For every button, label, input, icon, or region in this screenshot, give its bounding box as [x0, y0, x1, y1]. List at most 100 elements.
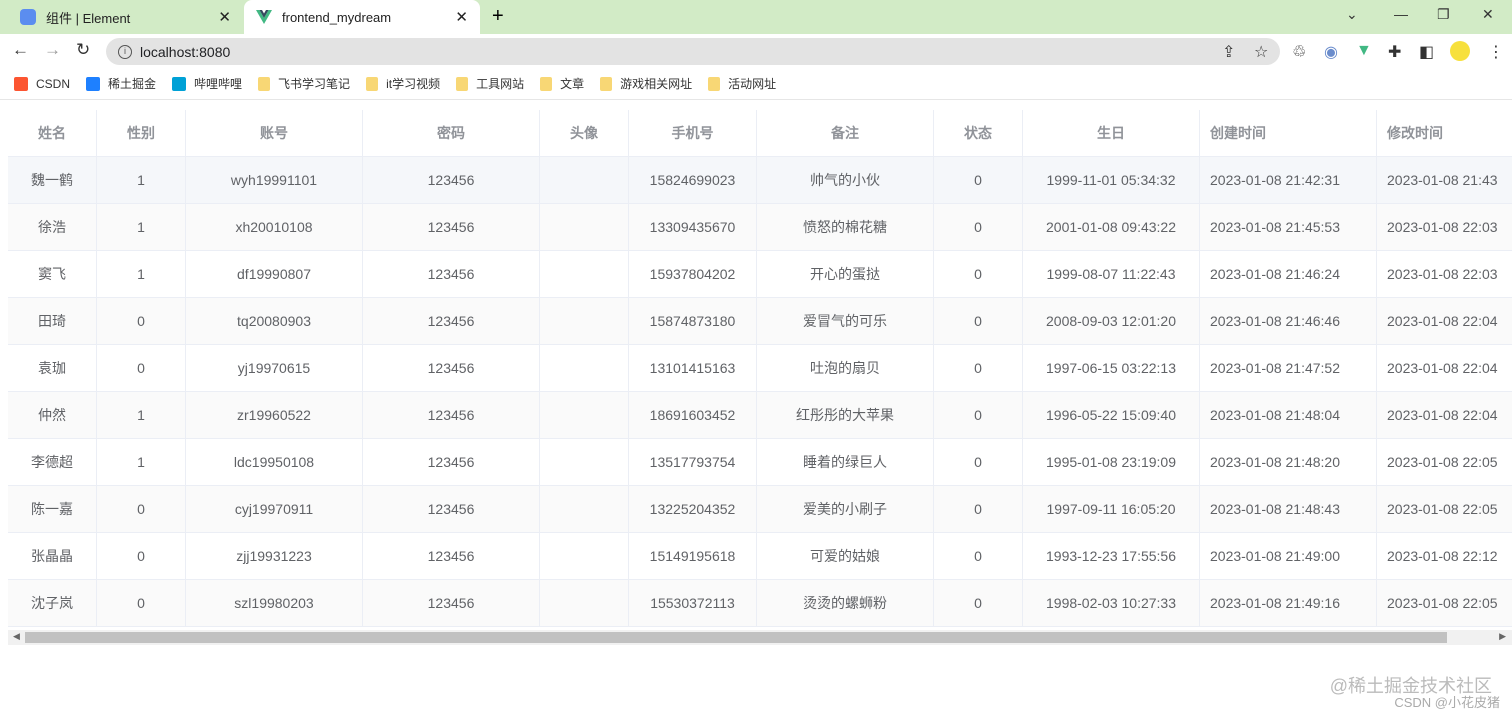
- bookmark-label: 游戏相关网址: [620, 77, 693, 91]
- bookmark-item[interactable]: it学习视频: [366, 75, 440, 92]
- reload-icon[interactable]: ↻: [76, 40, 90, 60]
- extensions-puzzle-icon[interactable]: ✚: [1388, 42, 1401, 62]
- table-cell: 2023-01-08 21:45:53: [1200, 204, 1377, 250]
- column-header[interactable]: 手机号: [629, 110, 757, 156]
- table-cell: 2023-01-08 22:03: [1377, 204, 1512, 250]
- table-cell: 2023-01-08 21:46:46: [1200, 298, 1377, 344]
- table-cell: 2023-01-08 22:04: [1377, 392, 1512, 438]
- bookmark-item[interactable]: 稀土掘金: [86, 75, 156, 92]
- table-cell: 2023-01-08 22:05: [1377, 486, 1512, 532]
- table-cell: [540, 486, 629, 532]
- table-row: 沈子岚 0 szl19980203 123456 15530372113 烫烫的螺蛳粉 0 1…: [8, 580, 1512, 627]
- table-cell: 1999-08-07 11:22:43: [1023, 251, 1200, 297]
- table-cell: 2023-01-08 21:48:43: [1200, 486, 1377, 532]
- table-row: 窦飞 1 df19990807 123456 15937804202 开心的蛋挞 0 1999…: [8, 251, 1512, 298]
- table-cell: 0: [934, 580, 1023, 626]
- table-cell: 1: [97, 204, 186, 250]
- table-row: 仲然 1 zr19960522 123456 18691603452 红彤彤的大苹果 0 19…: [8, 392, 1512, 439]
- table-cell: 18691603452: [629, 392, 757, 438]
- bookmark-label: 哔哩哔哩: [194, 77, 243, 91]
- bookmark-item[interactable]: 活动网址: [708, 75, 776, 92]
- table-cell: 0: [934, 298, 1023, 344]
- column-header[interactable]: 备注: [757, 110, 934, 156]
- table-cell: zjj19931223: [186, 533, 363, 579]
- side-panel-icon[interactable]: ◧: [1419, 42, 1434, 62]
- scrollbar-thumb[interactable]: [25, 632, 1447, 643]
- new-tab-button[interactable]: +: [492, 5, 504, 28]
- table-cell: [540, 157, 629, 203]
- column-header[interactable]: 头像: [540, 110, 629, 156]
- folder-icon: [366, 76, 379, 91]
- table-cell: 2023-01-08 21:42:31: [1200, 157, 1377, 203]
- bookmark-item[interactable]: 哔哩哔哩: [172, 75, 242, 92]
- close-window-button[interactable]: ✕: [1482, 6, 1494, 23]
- bookmark-label: 工具网站: [476, 77, 525, 91]
- table-row: 袁珈 0 yj19970615 123456 13101415163 吐泡的扇贝 0 1997…: [8, 345, 1512, 392]
- horizontal-scrollbar[interactable]: ◀ ▶: [8, 630, 1512, 645]
- minimize-button[interactable]: —: [1394, 6, 1408, 22]
- table-cell: 2023-01-08 21:48:20: [1200, 439, 1377, 485]
- bookmark-item[interactable]: 工具网站: [456, 75, 524, 92]
- table-cell: 1: [97, 439, 186, 485]
- column-header[interactable]: 性别: [97, 110, 186, 156]
- tab-element[interactable]: 组件 | Element ✕: [8, 0, 243, 34]
- recycle-extension-icon[interactable]: ♲: [1292, 42, 1306, 62]
- folder-icon: [708, 76, 721, 91]
- bookmark-star-icon[interactable]: ☆: [1254, 42, 1268, 62]
- site-info-icon[interactable]: i: [118, 44, 132, 59]
- user-table: 姓名 性别 账号 密码 头像 手机号 备注 状态 生日 创建时间 修改时间 魏一鹤 1 wyh199911…: [8, 110, 1512, 627]
- table-cell: 123456: [363, 298, 540, 344]
- column-header[interactable]: 修改时间: [1377, 110, 1512, 156]
- table-cell: 123456: [363, 580, 540, 626]
- bookmark-item[interactable]: 飞书学习笔记: [258, 75, 350, 92]
- profile-avatar[interactable]: [1450, 41, 1470, 61]
- extension-circle-icon[interactable]: ◉: [1324, 42, 1338, 62]
- table-cell: 0: [97, 533, 186, 579]
- bookmark-item[interactable]: CSDN: [14, 76, 70, 91]
- table-cell: 123456: [363, 157, 540, 203]
- table-cell: df19990807: [186, 251, 363, 297]
- bookmark-item[interactable]: 文章: [540, 75, 584, 92]
- column-header[interactable]: 生日: [1023, 110, 1200, 156]
- table-cell: 123456: [363, 533, 540, 579]
- table-cell: 魏一鹤: [8, 157, 97, 203]
- tab-title: frontend_mydream: [282, 9, 392, 25]
- vue-devtools-icon[interactable]: ▼: [1356, 42, 1372, 60]
- table-cell: zr19960522: [186, 392, 363, 438]
- table-cell: 13309435670: [629, 204, 757, 250]
- close-tab-icon[interactable]: ✕: [455, 8, 468, 26]
- table-cell: 15874873180: [629, 298, 757, 344]
- column-header[interactable]: 密码: [363, 110, 540, 156]
- table-cell: 窦飞: [8, 251, 97, 297]
- column-header[interactable]: 姓名: [8, 110, 97, 156]
- table-cell: 0: [97, 580, 186, 626]
- table-cell: 2023-01-08 21:46:24: [1200, 251, 1377, 297]
- tab-title: 组件 | Element: [46, 10, 131, 26]
- table-cell: 吐泡的扇贝: [757, 345, 934, 391]
- tab-frontend-mydream[interactable]: frontend_mydream ✕: [244, 0, 480, 34]
- table-cell: tq20080903: [186, 298, 363, 344]
- scroll-right-icon[interactable]: ▶: [1499, 631, 1506, 642]
- url-text: localhost:8080: [140, 43, 231, 60]
- column-header[interactable]: 状态: [934, 110, 1023, 156]
- maximize-button[interactable]: ❐: [1437, 6, 1450, 23]
- forward-icon[interactable]: →: [44, 40, 61, 60]
- address-bar[interactable]: i localhost:8080: [106, 38, 1280, 65]
- table-cell: 1: [97, 251, 186, 297]
- column-header[interactable]: 账号: [186, 110, 363, 156]
- table-cell: 仲然: [8, 392, 97, 438]
- column-header[interactable]: 创建时间: [1200, 110, 1377, 156]
- browser-toolbar: ← → ↻ i localhost:8080 ⇪ ☆ ♲ ◉ ▼ ✚ ◧ ⋮: [0, 34, 1512, 68]
- bookmark-item[interactable]: 游戏相关网址: [600, 75, 692, 92]
- table-cell: [540, 580, 629, 626]
- close-tab-icon[interactable]: ✕: [218, 8, 231, 26]
- table-cell: 2023-01-08 22:05: [1377, 580, 1512, 626]
- table-cell: 爱美的小刷子: [757, 486, 934, 532]
- scroll-left-icon[interactable]: ◀: [13, 631, 20, 642]
- menu-kebab-icon[interactable]: ⋮: [1488, 42, 1504, 62]
- back-icon[interactable]: ←: [12, 40, 29, 60]
- tab-search-chevron-icon[interactable]: ⌄: [1346, 6, 1358, 23]
- share-icon[interactable]: ⇪: [1222, 42, 1235, 62]
- table-cell: 帅气的小伙: [757, 157, 934, 203]
- table-cell: 2023-01-08 21:48:04: [1200, 392, 1377, 438]
